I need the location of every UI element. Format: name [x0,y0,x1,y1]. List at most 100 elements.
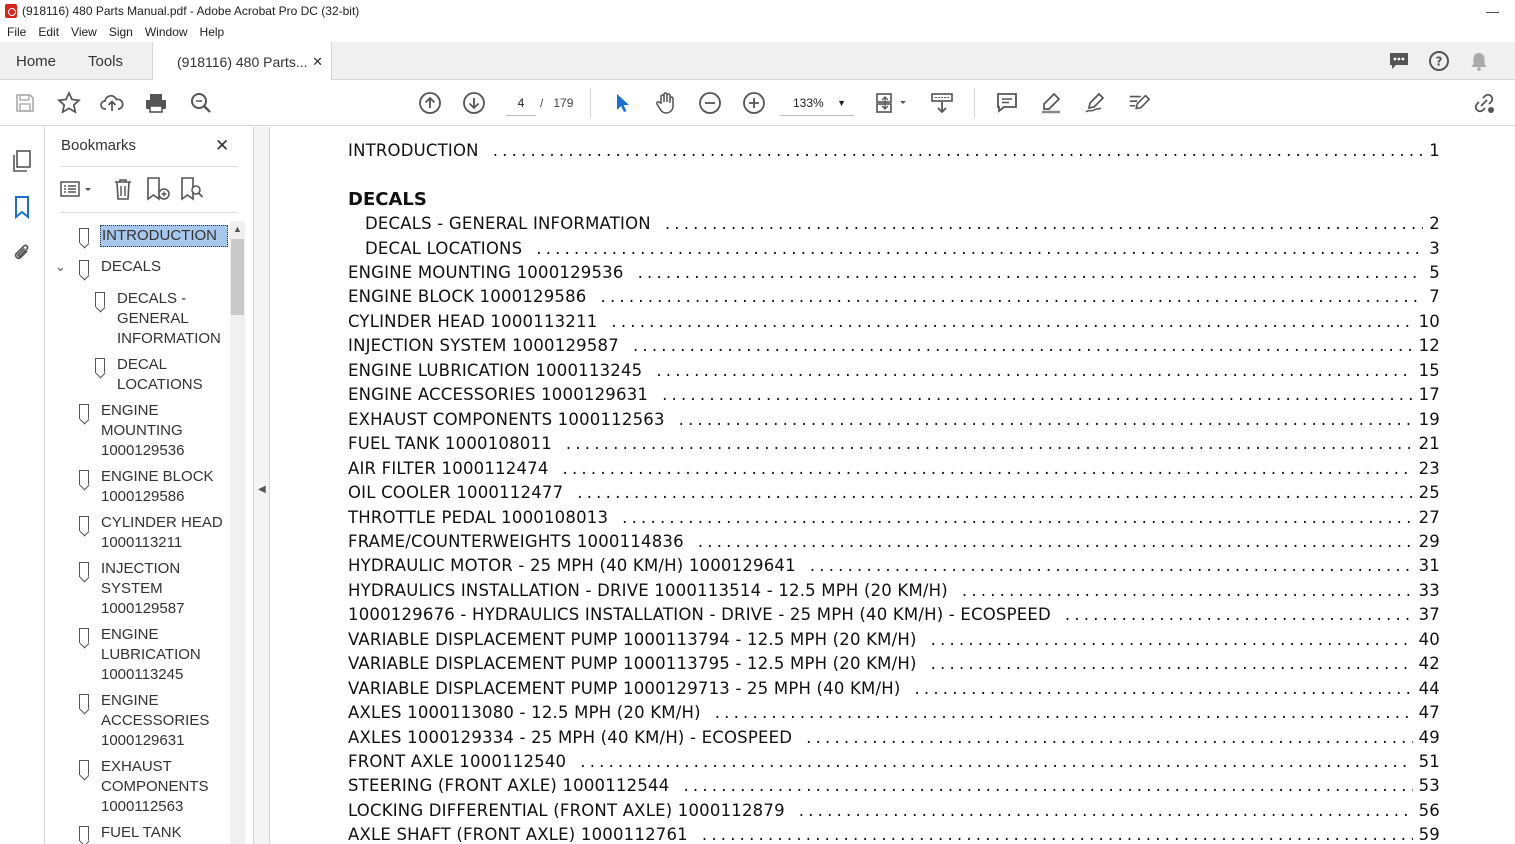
select-cursor-icon[interactable] [610,91,634,115]
bookmark-options-icon[interactable] [60,177,94,201]
toc-entry[interactable]: DECAL LOCATIONS 3 [365,239,1440,258]
menu-window[interactable]: Window [138,25,193,39]
toc-entry[interactable]: INJECTION SYSTEM 1000129587 12 [348,336,1440,355]
toc-entry[interactable]: ENGINE MOUNTING 1000129536 5 [348,263,1440,282]
toc-leader-dots [493,141,1424,160]
toc-entry[interactable]: THROTTLE PEDAL 1000108013 27 [348,508,1440,527]
toc-entry[interactable]: DECALS - GENERAL INFORMATION 2 [365,214,1440,233]
toc-label: AXLES 1000113080 - 12.5 MPH (20 KM/H) [348,703,701,723]
bookmarks-scrollbar[interactable]: ▲ [230,221,245,844]
top-right-icons: ? [1387,49,1491,73]
scroll-up-arrow-icon[interactable]: ▲ [233,224,242,234]
delete-bookmark-icon[interactable] [112,177,134,201]
toc-entry[interactable]: OIL COOLER 1000112477 25 [348,483,1440,502]
print-icon[interactable] [144,91,168,115]
tab-tools[interactable]: Tools [88,42,123,80]
toc-leader-dots [611,312,1412,331]
toc-entry[interactable]: AXLE SHAFT (FRONT AXLE) 1000112761 59 [348,825,1440,844]
zoom-level-select[interactable]: 133% ▼ [780,90,854,116]
close-tab-icon[interactable]: ✕ [312,54,323,70]
page-display-icon[interactable] [874,91,910,115]
tab-bar: Home Tools (918116) 480 Parts... ✕ [0,42,1515,81]
find-search-icon[interactable] [189,91,213,115]
zoom-in-icon[interactable] [742,91,766,115]
toc-entry[interactable]: FUEL TANK 1000108011 21 [348,434,1440,453]
toc-label: OIL COOLER 1000112477 [348,483,564,503]
menu-bar: File Edit View Sign Window Help [0,22,1515,42]
toc-page: 7 [1429,287,1440,307]
toc-entry[interactable]: STEERING (FRONT AXLE) 1000112544 53 [348,776,1440,795]
bookmark-icon [79,760,89,775]
fill-sign-icon[interactable] [1127,91,1151,115]
toc-entry[interactable]: ENGINE LUBRICATION 1000113245 15 [348,361,1440,380]
toc-entry[interactable]: HYDRAULIC MOTOR - 25 MPH (40 KM/H) 10001… [348,556,1440,575]
toc-leader-dots [665,214,1423,233]
tab-document[interactable]: (918116) 480 Parts... ✕ [152,42,332,81]
menu-file[interactable]: File [0,25,31,39]
toc-section-heading: DECALS [348,189,427,210]
toc-page: 47 [1418,703,1440,723]
bookmark-label: ENGINE BLOCK 1000129586 [101,468,214,505]
menu-view[interactable]: View [64,25,102,39]
close-panel-icon[interactable]: ✕ [215,136,229,156]
minimize-button[interactable]: — [1470,0,1515,22]
toc-entry[interactable]: FRAME/COUNTERWEIGHTS 1000114836 29 [348,532,1440,551]
comment-share-icon[interactable] [1387,49,1411,73]
notifications-bell-icon[interactable] [1467,49,1491,73]
draw-freehand-icon[interactable] [1083,91,1107,115]
new-bookmark-icon[interactable] [145,177,171,201]
collapse-panel-arrow-icon[interactable]: ◀ [258,484,266,495]
share-link-icon[interactable] [1472,91,1496,115]
bookmark-label: INJECTION SYSTEM 1000129587 [101,560,185,617]
toc-entry[interactable]: HYDRAULICS INSTALLATION - DRIVE 10001135… [348,581,1440,600]
toc-leader-dots [633,336,1413,355]
page-number-input[interactable]: 4 [506,90,536,116]
highlight-pen-icon[interactable] [1039,91,1063,115]
menu-sign[interactable]: Sign [102,25,138,39]
toc-entry[interactable]: 1000129676 - HYDRAULICS INSTALLATION - D… [348,605,1440,624]
upload-cloud-icon[interactable] [100,91,124,115]
toc-entry[interactable]: ENGINE BLOCK 1000129586 7 [348,287,1440,306]
attachments-paperclip-icon[interactable] [10,241,34,265]
bookmark-icon [79,562,89,577]
toc-entry[interactable]: FRONT AXLE 1000112540 51 [348,752,1440,771]
save-icon[interactable] [13,91,37,115]
page-count: / 179 [540,90,573,116]
toc-leader-dots [601,287,1424,306]
help-icon[interactable]: ? [1427,49,1451,73]
toc-entry-introduction[interactable]: INTRODUCTION 1 [348,141,1440,160]
toc-entry[interactable]: VARIABLE DISPLACEMENT PUMP 1000113794 - … [348,630,1440,649]
chevron-down-icon[interactable]: ⌄ [55,257,66,277]
menu-help[interactable]: Help [193,25,230,39]
toc-page: 21 [1418,434,1440,454]
toc-entry[interactable]: CYLINDER HEAD 1000113211 10 [348,312,1440,331]
scrollbar-thumb[interactable] [231,239,244,315]
tab-home[interactable]: Home [16,42,56,80]
page-thumbnails-icon[interactable] [10,149,34,173]
toc-entry[interactable]: AIR FILTER 1000112474 23 [348,459,1440,478]
toc-entry[interactable]: LOCKING DIFFERENTIAL (FRONT AXLE) 100011… [348,801,1440,820]
toc-entry[interactable]: VARIABLE DISPLACEMENT PUMP 1000113795 - … [348,654,1440,673]
document-page[interactable]: INTRODUCTION 1 DECALS DECALS - GENERAL IN… [271,127,1515,844]
menu-edit[interactable]: Edit [31,25,64,39]
bookmark-star-icon[interactable] [57,91,81,115]
toc-label: HYDRAULICS INSTALLATION - DRIVE 10001135… [348,580,948,600]
zoom-out-icon[interactable] [698,91,722,115]
hand-tool-icon[interactable] [654,91,678,115]
toc-page: 3 [1429,239,1440,258]
find-bookmark-icon[interactable] [179,177,205,201]
toc-entry[interactable]: AXLES 1000113080 - 12.5 MPH (20 KM/H) 47 [348,703,1440,722]
bookmarks-panel-icon[interactable] [10,195,34,219]
panel-splitter[interactable]: ◀ [253,127,270,844]
svg-text:?: ? [1436,55,1443,69]
toc-entry[interactable]: ENGINE ACCESSORIES 1000129631 17 [348,385,1440,404]
scroll-mode-icon[interactable] [930,91,954,115]
comment-icon[interactable] [995,91,1019,115]
next-page-icon[interactable] [462,91,486,115]
bookmark-icon [79,628,89,643]
previous-page-icon[interactable] [418,91,442,115]
toc-entry[interactable]: VARIABLE DISPLACEMENT PUMP 1000129713 - … [348,679,1440,698]
toc-entry[interactable]: EXHAUST COMPONENTS 1000112563 19 [348,410,1440,429]
toc-label: VARIABLE DISPLACEMENT PUMP 1000113794 - … [348,629,917,649]
toc-entry[interactable]: AXLES 1000129334 - 25 MPH (40 KM/H) - EC… [348,728,1440,747]
